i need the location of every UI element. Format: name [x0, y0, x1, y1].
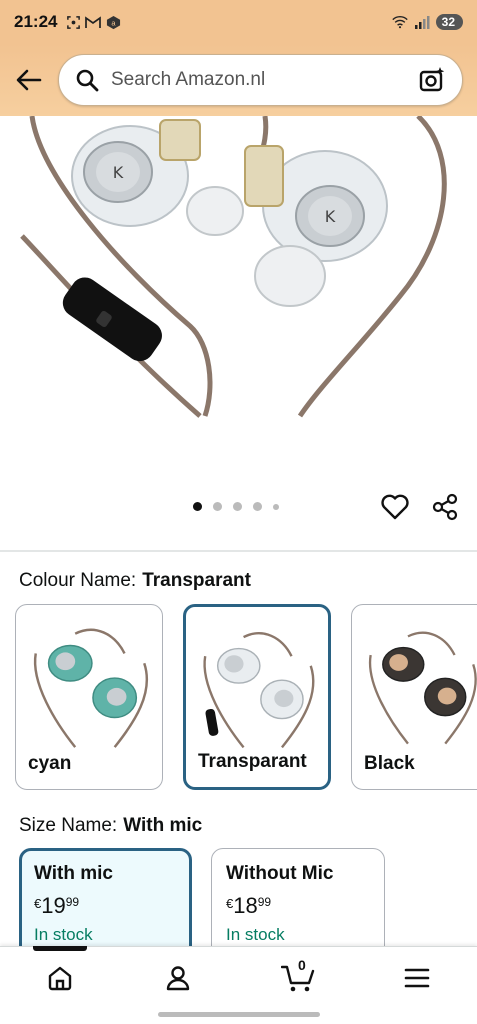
- system-status: 32: [391, 14, 463, 30]
- nav-account[interactable]: [158, 961, 198, 995]
- share-icon: [432, 493, 458, 521]
- colour-selected-value: Transparant: [142, 570, 251, 591]
- gesture-bar: [158, 1012, 320, 1017]
- size-option-with-mic[interactable]: With mic €1999 In stock: [19, 848, 192, 958]
- user-icon: [166, 966, 190, 991]
- active-tab-indicator: [33, 946, 87, 951]
- price-fraction: 99: [65, 895, 80, 909]
- size-option-price: €1899: [226, 893, 370, 919]
- size-selected-value: With mic: [123, 815, 203, 836]
- signal-icon: [414, 14, 430, 30]
- carousel-dot[interactable]: [273, 503, 279, 510]
- nav-home[interactable]: [40, 961, 80, 995]
- colour-option-label: Black: [364, 753, 415, 774]
- colour-option-label: Transparant: [198, 751, 307, 772]
- size-option-name: With mic: [34, 863, 113, 884]
- share-button[interactable]: [430, 492, 460, 522]
- screenshot-icon: [65, 14, 81, 30]
- colour-option-black[interactable]: Black: [351, 604, 477, 790]
- carousel-controls: [0, 488, 477, 528]
- price-fraction: 99: [257, 895, 272, 909]
- price-whole: 19: [41, 893, 66, 918]
- transparant-earphones-thumbnail: [203, 632, 315, 749]
- camera-search-icon[interactable]: [418, 66, 446, 94]
- cyan-earphones-thumbnail: [33, 628, 149, 748]
- price-whole: 18: [233, 893, 258, 918]
- svg-text:K: K: [113, 163, 124, 182]
- colour-option-transparant[interactable]: Transparant: [183, 604, 331, 790]
- heart-icon: [381, 494, 409, 520]
- carousel-dots: [193, 502, 279, 511]
- gmail-icon: [85, 14, 102, 30]
- search-icon: [76, 69, 99, 92]
- nav-cart[interactable]: 0: [278, 957, 318, 995]
- earphones-image: K K: [20, 116, 447, 418]
- stock-status: In stock: [226, 925, 285, 944]
- colour-option-label: cyan: [28, 753, 72, 774]
- search-header: [0, 44, 477, 116]
- product-image[interactable]: K K: [0, 116, 477, 420]
- colour-option-cyan[interactable]: cyan: [15, 604, 163, 790]
- notification-icons: a: [65, 14, 121, 30]
- colour-label: Colour Name: Transparant: [19, 570, 251, 592]
- size-option-price: €1999: [34, 893, 177, 919]
- stock-status: In stock: [34, 925, 93, 944]
- status-bar: 21:24 a 32: [0, 0, 477, 44]
- size-option-name: Without Mic: [226, 863, 334, 884]
- price-currency: €: [226, 896, 234, 911]
- wishlist-button[interactable]: [380, 492, 410, 522]
- cart-count: 0: [298, 957, 306, 973]
- status-time: 21:24: [14, 12, 58, 31]
- carousel-dot[interactable]: [253, 502, 262, 511]
- size-option-without-mic[interactable]: Without Mic €1899 In stock: [211, 848, 385, 958]
- home-icon: [48, 966, 72, 991]
- section-divider: [0, 550, 477, 552]
- app-notification-icon: a: [105, 14, 121, 30]
- price-currency: €: [34, 896, 42, 911]
- wifi-icon: [391, 14, 408, 30]
- svg-text:K: K: [325, 207, 336, 226]
- size-label: Size Name: With mic: [19, 815, 202, 837]
- nav-menu[interactable]: [397, 961, 437, 995]
- carousel-dot[interactable]: [213, 502, 222, 511]
- carousel-dot[interactable]: [193, 502, 202, 511]
- back-button[interactable]: [14, 65, 44, 95]
- search-input[interactable]: [111, 69, 410, 91]
- menu-icon: [404, 968, 430, 988]
- colour-label-text: Colour Name:: [19, 570, 137, 591]
- black-earphones-thumbnail: [368, 631, 477, 745]
- back-arrow-icon: [16, 69, 42, 91]
- size-label-text: Size Name:: [19, 815, 118, 836]
- carousel-dot[interactable]: [233, 502, 242, 511]
- search-bar[interactable]: [58, 54, 463, 106]
- battery-indicator: 32: [435, 14, 463, 30]
